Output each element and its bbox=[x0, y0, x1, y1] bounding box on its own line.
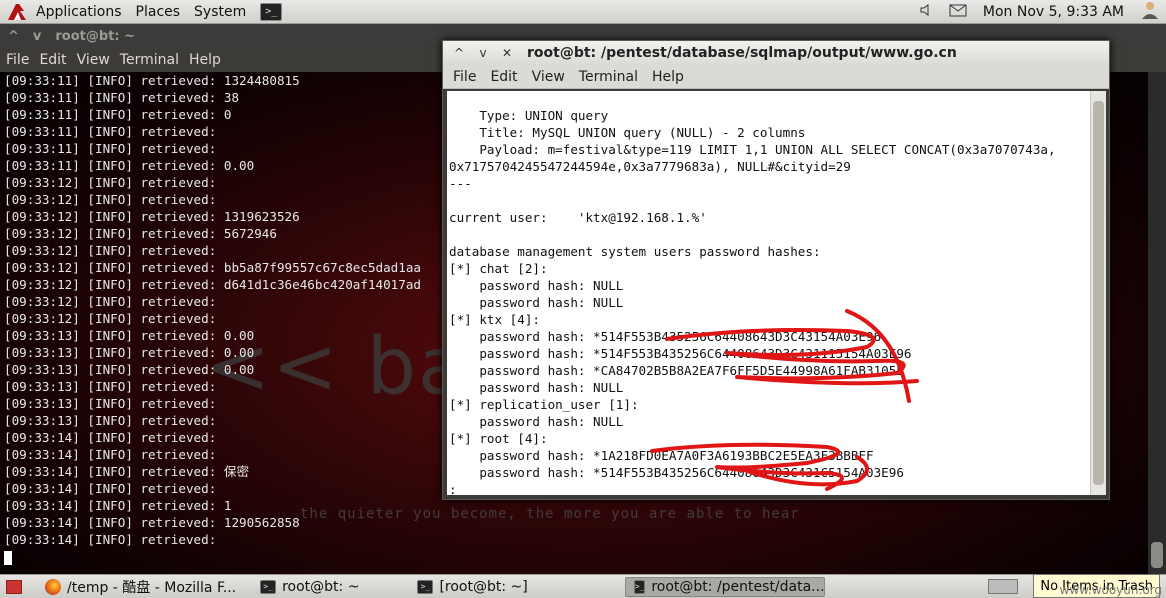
foreground-terminal-window[interactable]: ^ v ✕ root@bt: /pentest/database/sqlmap/… bbox=[442, 40, 1110, 500]
firefox-icon bbox=[45, 578, 61, 595]
terminal-line: [09:33:12] [INFO] retrieved: bbox=[4, 311, 217, 326]
menu-applications[interactable]: Applications bbox=[36, 4, 122, 20]
menu-help[interactable]: Help bbox=[189, 52, 221, 68]
menu-view[interactable]: View bbox=[77, 52, 110, 68]
menu-system[interactable]: System bbox=[194, 4, 246, 20]
terminal-icon: >_ bbox=[260, 579, 277, 594]
user-icon[interactable] bbox=[1140, 0, 1160, 24]
chevron-down-icon[interactable]: v bbox=[473, 44, 493, 62]
terminal-line: [09:33:13] [INFO] retrieved: bbox=[4, 396, 217, 411]
red-scribble-redaction bbox=[650, 309, 919, 491]
fg-terminal-scrollbar[interactable] bbox=[1090, 91, 1106, 495]
terminal-line: [09:33:14] [INFO] retrieved: 1290562858 bbox=[4, 515, 300, 530]
bg-terminal-lines: [09:33:11] [INFO] retrieved: 1324480815 [… bbox=[4, 72, 421, 565]
terminal-line: [09:33:13] [INFO] retrieved: 0.00 bbox=[4, 362, 255, 377]
terminal-icon: >_ bbox=[417, 579, 434, 594]
terminal-line: [09:33:11] [INFO] retrieved: 0 bbox=[4, 107, 232, 122]
show-desktop-icon[interactable] bbox=[6, 579, 22, 594]
fg-terminal-menubar: File Edit View Terminal Help bbox=[443, 65, 1109, 89]
backtrack-logo-icon[interactable] bbox=[4, 1, 30, 23]
task-label: root@bt: /pentest/data... bbox=[651, 578, 825, 595]
task-label: [root@bt: ~] bbox=[439, 578, 528, 595]
terminal-line: [09:33:12] [INFO] retrieved: bbox=[4, 294, 217, 309]
minimize-icon[interactable]: ^ bbox=[449, 44, 469, 62]
task-firefox[interactable]: /temp - 酷盘 - Mozilla F... bbox=[36, 577, 245, 597]
terminal-line: [09:33:12] [INFO] retrieved: 1319623526 bbox=[4, 209, 300, 224]
terminal-line: [09:33:13] [INFO] retrieved: 0.00 bbox=[4, 345, 255, 360]
menu-terminal[interactable]: Terminal bbox=[120, 52, 179, 68]
task-terminal-2[interactable]: >_ [root@bt: ~] bbox=[408, 577, 536, 597]
fg-terminal-output[interactable]: Type: UNION query Title: MySQL UNION que… bbox=[447, 91, 1091, 495]
menu-places[interactable]: Places bbox=[136, 4, 181, 20]
terminal-cursor-line bbox=[4, 548, 421, 565]
terminal-line: [09:33:14] [INFO] retrieved: 保密 bbox=[4, 464, 250, 479]
cursor bbox=[4, 550, 12, 565]
fg-terminal-titlebar[interactable]: ^ v ✕ root@bt: /pentest/database/sqlmap/… bbox=[443, 41, 1109, 65]
chevron-down-icon[interactable]: v bbox=[33, 29, 41, 44]
mail-icon[interactable] bbox=[949, 4, 967, 21]
terminal-line: [09:33:13] [INFO] retrieved: bbox=[4, 379, 217, 394]
terminal-icon: >_ bbox=[633, 579, 646, 594]
bg-terminal-scrollbar[interactable] bbox=[1148, 72, 1166, 574]
terminal-line: [09:33:13] [INFO] retrieved: bbox=[4, 413, 217, 428]
scrollbar-thumb[interactable] bbox=[1093, 101, 1104, 485]
terminal-line: [09:33:11] [INFO] retrieved: 1324480815 bbox=[4, 73, 300, 88]
task-label: /temp - 酷盘 - Mozilla F... bbox=[67, 579, 237, 596]
task-terminal-1[interactable]: >_ root@bt: ~ bbox=[251, 577, 368, 597]
menu-help[interactable]: Help bbox=[652, 69, 684, 85]
terminal-line: [09:33:14] [INFO] retrieved: bbox=[4, 430, 217, 445]
terminal-line: [09:33:14] [INFO] retrieved: bbox=[4, 447, 217, 462]
menu-file[interactable]: File bbox=[6, 52, 29, 68]
task-terminal-3[interactable]: >_ root@bt: /pentest/data... bbox=[624, 576, 825, 597]
volume-icon[interactable] bbox=[919, 3, 933, 21]
fg-terminal-title: root@bt: /pentest/database/sqlmap/output… bbox=[527, 45, 957, 61]
chevron-up-icon[interactable]: ^ bbox=[8, 29, 19, 44]
menu-edit[interactable]: Edit bbox=[490, 69, 517, 85]
menu-edit[interactable]: Edit bbox=[39, 52, 66, 68]
terminal-line: [09:33:13] [INFO] retrieved: 0.00 bbox=[4, 328, 255, 343]
terminal-line: [09:33:12] [INFO] retrieved: bbox=[4, 192, 217, 207]
terminal-line: [09:33:14] [INFO] retrieved: bbox=[4, 481, 217, 496]
terminal-line: [09:33:12] [INFO] retrieved: 5672946 bbox=[4, 226, 277, 241]
close-icon[interactable]: ✕ bbox=[497, 44, 517, 62]
task-label: root@bt: ~ bbox=[282, 578, 360, 595]
menu-view[interactable]: View bbox=[532, 69, 565, 85]
menu-terminal[interactable]: Terminal bbox=[579, 69, 638, 85]
terminal-line: [09:33:11] [INFO] retrieved: bbox=[4, 124, 217, 139]
bg-terminal-title: root@bt: ~ bbox=[55, 28, 136, 44]
terminal-line: [09:33:12] [INFO] retrieved: bbox=[4, 175, 217, 190]
bottom-taskbar: /temp - 酷盘 - Mozilla F... >_ root@bt: ~ … bbox=[0, 574, 1166, 598]
scrollbar-thumb[interactable] bbox=[1151, 542, 1163, 568]
terminal-line: [09:33:11] [INFO] retrieved: bbox=[4, 141, 217, 156]
terminal-line: [09:33:14] [INFO] retrieved: bbox=[4, 532, 217, 547]
workspace-switcher[interactable] bbox=[988, 579, 1018, 594]
terminal-line: [09:33:12] [INFO] retrieved: bbox=[4, 243, 217, 258]
top-panel: Applications Places System >_ Mon Nov 5,… bbox=[0, 0, 1166, 24]
menu-file[interactable]: File bbox=[453, 69, 476, 85]
terminal-launcher-icon[interactable]: >_ bbox=[260, 2, 283, 21]
terminal-line: [09:33:12] [INFO] retrieved: bb5a87f9955… bbox=[4, 260, 422, 275]
clock[interactable]: Mon Nov 5, 9:33 AM bbox=[983, 4, 1124, 20]
terminal-line: [09:33:11] [INFO] retrieved: 0.00 bbox=[4, 158, 255, 173]
terminal-line: [09:33:12] [INFO] retrieved: d641d1c36e4… bbox=[4, 277, 422, 292]
watermark: www.wooyun.org bbox=[1059, 583, 1162, 597]
terminal-line: [09:33:14] [INFO] retrieved: 1 bbox=[4, 498, 232, 513]
terminal-line: [09:33:11] [INFO] retrieved: 38 bbox=[4, 90, 240, 105]
